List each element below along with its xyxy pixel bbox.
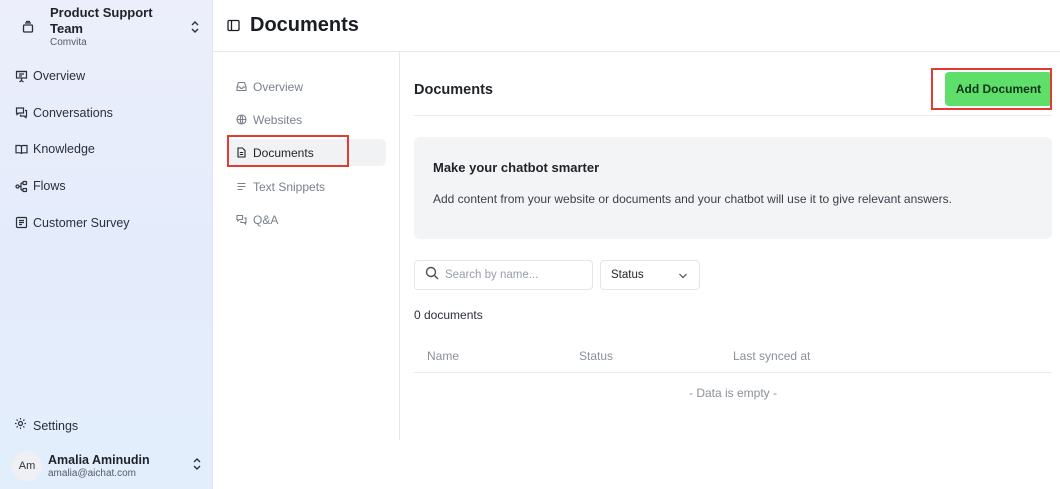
document-icon bbox=[235, 147, 247, 159]
chevron-updown-icon bbox=[192, 457, 202, 476]
sidebar: Product Support Team Comvita Overview Co… bbox=[0, 0, 213, 489]
divider bbox=[414, 115, 1052, 116]
add-document-button[interactable]: Add Document bbox=[945, 72, 1052, 106]
subnav-item-label: Overview bbox=[253, 79, 304, 94]
inbox-icon bbox=[235, 81, 247, 93]
info-body: Add content from your website or documen… bbox=[433, 192, 952, 206]
page-header: Documents bbox=[213, 0, 1060, 52]
subnav-item-overview[interactable]: Overview bbox=[229, 73, 386, 100]
column-header-last-synced[interactable]: Last synced at bbox=[733, 349, 810, 363]
globe-icon bbox=[235, 114, 247, 126]
sidebar-item-label: Overview bbox=[33, 69, 86, 83]
subnav-item-label: Q&A bbox=[253, 212, 279, 227]
sidebar-item-label: Knowledge bbox=[33, 142, 95, 157]
document-count: 0 documents bbox=[414, 308, 483, 322]
team-switcher[interactable]: Product Support Team Comvita bbox=[14, 5, 202, 48]
page-title: Documents bbox=[250, 14, 359, 36]
user-name: Amalia Aminudin bbox=[48, 452, 150, 467]
chevron-updown-icon bbox=[188, 20, 202, 34]
subnav-item-label: Websites bbox=[253, 112, 303, 127]
section-title: Documents bbox=[414, 82, 493, 98]
search-field[interactable] bbox=[414, 260, 593, 290]
chevron-down-icon bbox=[678, 266, 688, 284]
settings-label: Settings bbox=[33, 419, 79, 433]
subnav-item-label: Documents bbox=[253, 145, 314, 160]
subnav-item-documents[interactable]: Documents bbox=[229, 139, 386, 166]
presentation-icon bbox=[14, 69, 28, 83]
sidebar-item-flows[interactable]: Flows bbox=[8, 168, 204, 204]
info-heading: Make your chatbot smarter bbox=[433, 160, 600, 175]
table-header: Name Status Last synced at bbox=[414, 339, 1052, 373]
qa-icon bbox=[235, 214, 247, 226]
subnav-item-qa[interactable]: Q&A bbox=[229, 206, 386, 233]
sidebar-item-label: Customer Survey bbox=[33, 215, 130, 230]
team-name: Product Support Team bbox=[50, 5, 153, 36]
status-filter-value: Status bbox=[611, 269, 644, 281]
sidebar-item-label: Flows bbox=[33, 179, 66, 194]
user-email: amalia@aichat.com bbox=[48, 467, 136, 479]
sidebar-item-customer-survey[interactable]: Customer Survey bbox=[8, 205, 204, 241]
chat-icon bbox=[14, 106, 28, 120]
search-input[interactable] bbox=[445, 269, 585, 281]
sidebar-item-label: Conversations bbox=[33, 105, 113, 120]
sidebar-item-knowledge[interactable]: Knowledge bbox=[8, 131, 204, 167]
settings-link[interactable]: Settings bbox=[14, 415, 78, 437]
search-icon bbox=[425, 266, 439, 285]
subnav-item-text-snippets[interactable]: Text Snippets bbox=[229, 173, 386, 200]
subnav-item-websites[interactable]: Websites bbox=[229, 106, 386, 133]
empty-state: - Data is empty - bbox=[688, 386, 778, 400]
text-lines-icon bbox=[235, 181, 247, 193]
survey-icon bbox=[14, 216, 28, 230]
column-header-status[interactable]: Status bbox=[579, 349, 613, 363]
column-header-name[interactable]: Name bbox=[427, 349, 459, 363]
status-filter-dropdown[interactable]: Status bbox=[600, 260, 700, 290]
sidebar-toggle-icon[interactable] bbox=[227, 19, 241, 33]
info-banner: Make your chatbot smarter Add content fr… bbox=[414, 137, 1052, 239]
sidebar-nav: Overview Conversations Knowledge Flows C… bbox=[8, 58, 204, 241]
book-icon bbox=[14, 142, 28, 156]
avatar: Am bbox=[12, 451, 42, 481]
team-org: Comvita bbox=[50, 37, 87, 48]
workspace-icon bbox=[14, 13, 42, 41]
flow-icon bbox=[14, 179, 28, 193]
sidebar-item-overview[interactable]: Overview bbox=[8, 58, 204, 94]
gear-icon bbox=[14, 417, 27, 435]
sidebar-item-conversations[interactable]: Conversations bbox=[8, 95, 204, 131]
subnav-item-label: Text Snippets bbox=[253, 179, 326, 194]
knowledge-subnav: Overview Websites Documents Text Snippet… bbox=[213, 52, 400, 440]
user-menu[interactable]: Am Amalia Aminudin amalia@aichat.com bbox=[12, 450, 202, 482]
